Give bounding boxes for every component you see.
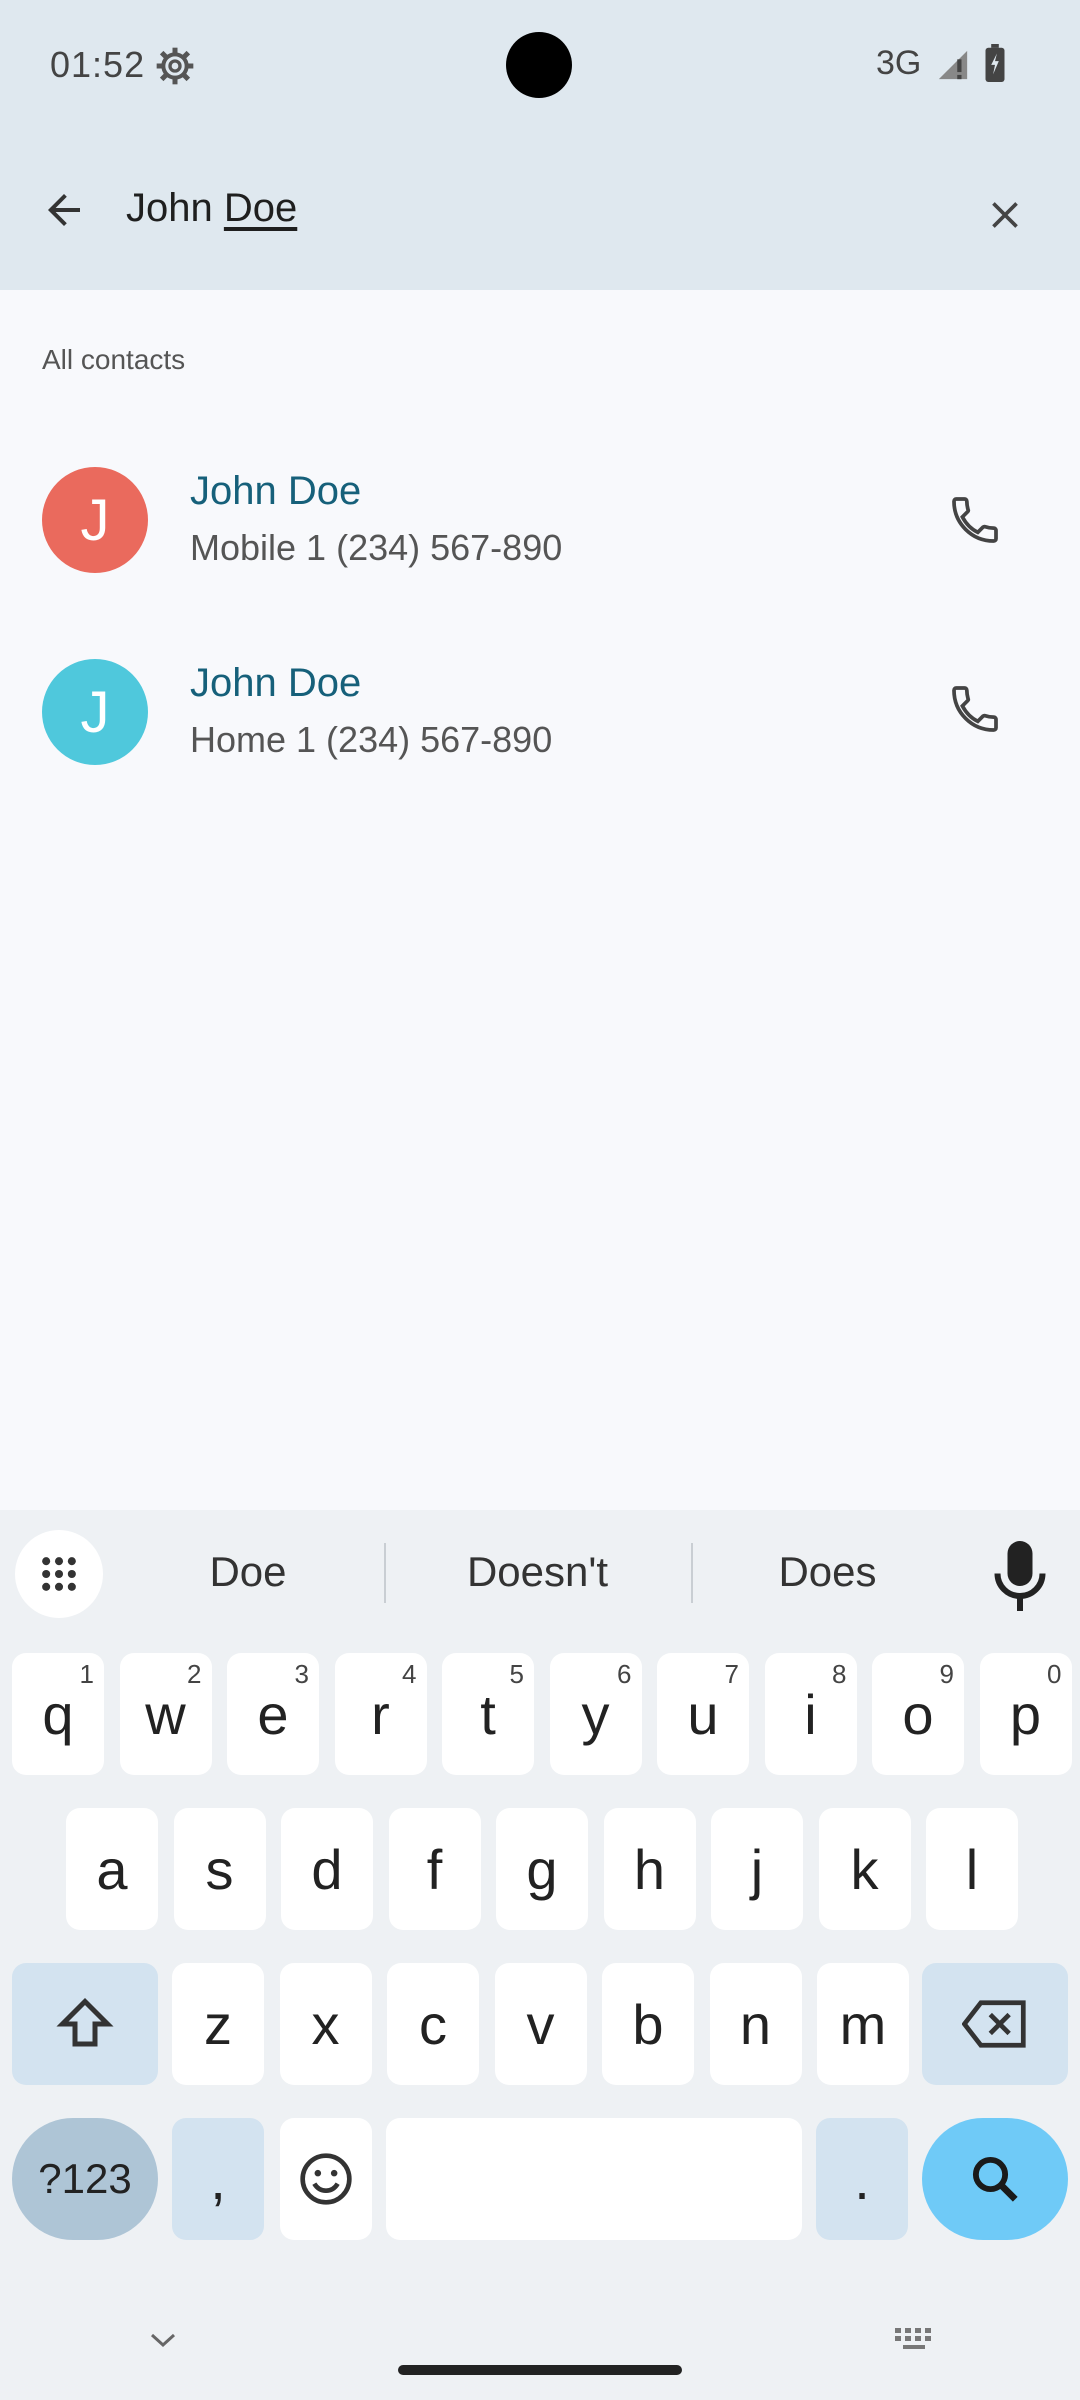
key-hint: 9 <box>939 1659 954 1689</box>
space-key[interactable] <box>386 2118 802 2240</box>
key-n[interactable]: n <box>709 1963 802 2085</box>
contact-row[interactable]: J John Doe Home 1 (234) 567-890 <box>0 617 1080 807</box>
key-r[interactable]: r4 <box>334 1653 427 1775</box>
clear-search-button[interactable] <box>960 170 1050 260</box>
emoji-icon <box>300 2153 352 2205</box>
period-key[interactable]: . <box>816 2118 908 2240</box>
symbols-key[interactable]: ?123 <box>12 2118 158 2240</box>
key-k[interactable]: k <box>818 1808 911 1930</box>
key-c[interactable]: c <box>387 1963 479 2085</box>
emoji-key[interactable] <box>280 2118 372 2240</box>
avatar: J <box>42 467 148 573</box>
key-label: t <box>480 1682 496 1746</box>
key-b[interactable]: b <box>602 1963 694 2085</box>
home-indicator[interactable] <box>398 2365 682 2375</box>
call-button[interactable] <box>925 659 1025 759</box>
contact-row[interactable]: J John Doe Mobile 1 (234) 567-890 <box>0 425 1080 615</box>
key-hint: 3 <box>294 1659 309 1689</box>
key-t[interactable]: t5 <box>442 1653 534 1775</box>
key-hint: 6 <box>617 1659 632 1689</box>
key-q[interactable]: q1 <box>12 1653 104 1775</box>
search-query-word: John <box>126 186 213 230</box>
shift-key[interactable] <box>12 1963 158 2085</box>
key-hint: 4 <box>402 1659 417 1689</box>
key-a[interactable]: a <box>66 1808 158 1930</box>
key-v[interactable]: v <box>494 1963 587 2085</box>
key-d[interactable]: d <box>281 1808 373 1930</box>
suggestion-divider <box>384 1543 386 1603</box>
key-label: r <box>371 1682 390 1746</box>
back-button[interactable] <box>30 168 98 252</box>
camera-cutout <box>506 32 572 98</box>
key-u[interactable]: u7 <box>657 1653 749 1775</box>
microphone-icon[interactable] <box>990 1536 1050 1616</box>
key-e[interactable]: e3 <box>227 1653 319 1775</box>
close-icon <box>992 202 1018 228</box>
key-z[interactable]: z <box>172 1963 264 2085</box>
search-icon <box>972 2156 1018 2202</box>
key-j[interactable]: j <box>711 1808 803 1930</box>
shift-icon <box>56 1997 114 2047</box>
suggestion-3[interactable]: Does <box>730 1548 925 1596</box>
apps-grid-icon <box>42 1557 76 1591</box>
contact-phone: Mobile 1 (234) 567-890 <box>190 527 563 568</box>
key-label: y <box>581 1682 610 1746</box>
keyboard-switch-icon[interactable] <box>893 2326 937 2352</box>
key-label: i <box>804 1682 817 1746</box>
key-hint: 1 <box>79 1659 94 1689</box>
contact-phone: Home 1 (234) 567-890 <box>190 719 553 760</box>
key-m[interactable]: m <box>817 1963 909 2085</box>
key-s[interactable]: s <box>173 1808 266 1930</box>
key-i[interactable]: i8 <box>764 1653 857 1775</box>
key-label: u <box>687 1682 719 1746</box>
phone-icon <box>952 497 998 543</box>
phone-icon <box>952 686 998 732</box>
key-hint: 7 <box>724 1659 739 1689</box>
contact-name: John Doe <box>190 661 362 705</box>
keyboard-menu-button[interactable] <box>15 1530 103 1618</box>
key-p[interactable]: p0 <box>979 1653 1072 1775</box>
comma-key[interactable]: , <box>172 2118 264 2240</box>
battery-icon <box>985 44 1005 82</box>
key-label: w <box>145 1682 186 1746</box>
key-label: p <box>1009 1682 1042 1746</box>
key-hint: 0 <box>1047 1659 1062 1689</box>
key-label: e <box>257 1682 289 1746</box>
suggestion-1[interactable]: Doe <box>158 1548 338 1596</box>
signal-icon <box>938 50 968 80</box>
keyboard <box>0 1510 1080 2400</box>
section-label: All contacts <box>42 344 186 375</box>
key-label: o <box>902 1682 934 1746</box>
gear-icon <box>156 47 194 85</box>
network-type: 3G <box>876 44 922 82</box>
key-hint: 8 <box>832 1659 847 1689</box>
suggestion-2[interactable]: Doesn't <box>420 1548 655 1596</box>
chevron-down-icon[interactable] <box>148 2330 178 2350</box>
key-hint: 2 <box>187 1659 202 1689</box>
key-label: q <box>42 1682 74 1746</box>
key-f[interactable]: f <box>388 1808 481 1930</box>
suggestion-divider <box>691 1543 693 1603</box>
avatar: J <box>42 659 148 765</box>
arrow-back-icon <box>48 194 80 226</box>
backspace-key[interactable] <box>922 1963 1068 2085</box>
backspace-icon <box>962 2000 1026 2048</box>
key-hint: 5 <box>509 1659 524 1689</box>
key-x[interactable]: x <box>279 1963 372 2085</box>
call-button[interactable] <box>925 470 1025 570</box>
search-input[interactable]: John Doe <box>126 186 297 231</box>
key-g[interactable]: g <box>496 1808 588 1930</box>
key-l[interactable]: l <box>926 1808 1018 1930</box>
key-h[interactable]: h <box>603 1808 696 1930</box>
key-w[interactable]: w2 <box>119 1653 212 1775</box>
status-time: 01:52 <box>50 44 146 85</box>
key-o[interactable]: o9 <box>872 1653 964 1775</box>
key-y[interactable]: y6 <box>549 1653 642 1775</box>
search-query-word-composing: Doe <box>223 186 298 230</box>
search-key[interactable] <box>922 2118 1068 2240</box>
contact-name: John Doe <box>190 469 362 513</box>
